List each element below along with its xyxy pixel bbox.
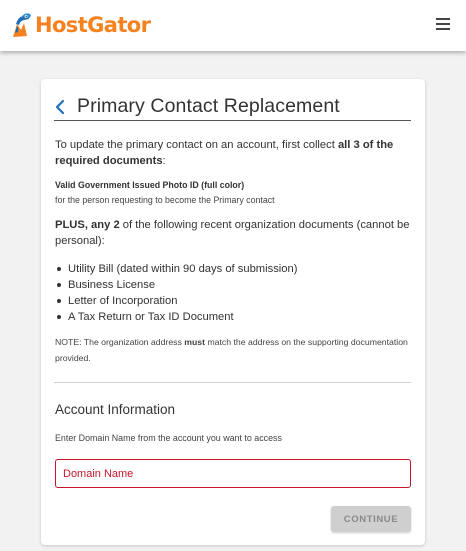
back-button[interactable] <box>54 97 70 117</box>
menu-line <box>436 18 450 20</box>
address-note: NOTE: The organization address must matc… <box>55 334 410 366</box>
list-item: Letter of Incorporation <box>55 293 410 309</box>
domain-name-input[interactable] <box>55 459 411 488</box>
photo-id-title: Valid Government Issued Photo ID (full c… <box>55 180 245 190</box>
photo-id-subtitle: for the person requesting to become the … <box>55 195 275 205</box>
menu-line <box>436 28 450 30</box>
list-item: Utility Bill (dated within 90 days of su… <box>55 261 410 277</box>
menu-line <box>436 23 450 25</box>
plus-bold: PLUS, any 2 <box>55 219 120 231</box>
intro-text-part: To update the primary contact on an acco… <box>55 139 338 151</box>
section-divider <box>54 382 411 383</box>
domain-help-text: Enter Domain Name from the account you w… <box>55 433 282 443</box>
primary-contact-card: Primary Contact Replacement To update th… <box>41 79 425 545</box>
continue-button[interactable]: CONTINUE <box>331 506 411 532</box>
account-information-heading: Account Information <box>55 402 176 417</box>
logo-text: HostGator <box>35 13 151 37</box>
note-bold: must <box>184 337 206 347</box>
intro-text-suffix: : <box>162 155 166 167</box>
intro-text: To update the primary contact on an acco… <box>55 137 410 169</box>
chevron-left-icon <box>55 99 65 114</box>
hamburger-menu-icon[interactable] <box>436 17 452 31</box>
photo-id-requirement: Valid Government Issued Photo ID (full c… <box>55 178 410 208</box>
top-navigation-bar: HostGator <box>0 0 466 51</box>
page-title: Primary Contact Replacement <box>77 95 340 117</box>
list-item: Business License <box>55 277 410 293</box>
hostgator-logo[interactable]: HostGator <box>8 10 151 40</box>
note-prefix: NOTE: The organization address <box>55 337 185 347</box>
plus-documents-text: PLUS, any 2 of the following recent orga… <box>55 217 410 249</box>
gator-mascot-icon <box>13 13 31 37</box>
card-header: Primary Contact Replacement <box>54 93 411 121</box>
document-list: Utility Bill (dated within 90 days of su… <box>55 261 410 325</box>
list-item: A Tax Return or Tax ID Document <box>55 309 410 325</box>
